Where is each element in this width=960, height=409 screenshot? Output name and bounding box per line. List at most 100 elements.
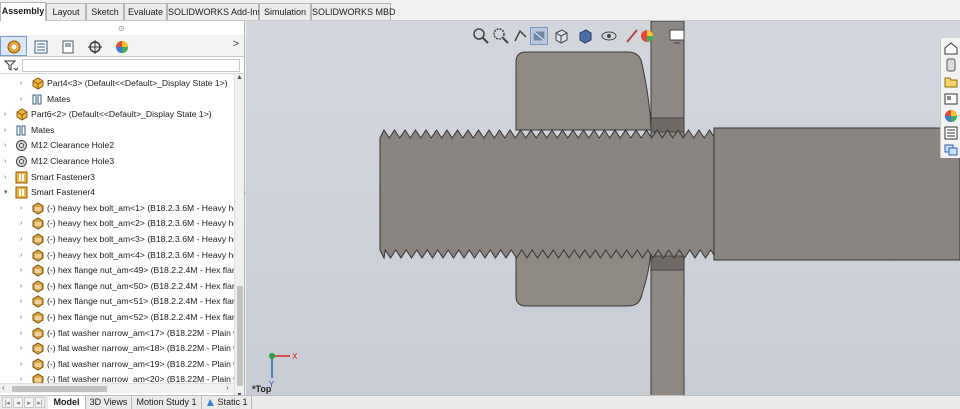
tree-item[interactable]: › (-) heavy hex bolt_am<1> (B18.2.3.6M - … <box>0 201 234 216</box>
zoom-to-fit-icon[interactable] <box>472 27 490 45</box>
section-view-icon[interactable] <box>530 27 548 45</box>
tree-item[interactable]: › (-) flat washer narrow_am<17> (B18.22M … <box>0 326 234 341</box>
appearances-icon[interactable] <box>944 109 958 123</box>
tab-motion-study-1[interactable]: Motion Study 1 <box>132 396 202 409</box>
tab-sketch[interactable]: Sketch <box>86 3 124 20</box>
tree-item[interactable]: › (-) heavy hex bolt_am<4> (B18.2.3.6M - … <box>0 248 234 263</box>
zoom-to-area-icon[interactable] <box>492 27 510 45</box>
expand-arrow-icon[interactable]: › <box>20 204 26 213</box>
tab-3d-views[interactable]: 3D Views <box>86 396 132 409</box>
view-orientation-icon[interactable] <box>552 27 570 45</box>
tab-simulation[interactable]: Simulation <box>259 3 311 20</box>
task-pane-extra-icon[interactable] <box>944 143 958 157</box>
tree-item[interactable]: › (-) flat washer narrow_am<18> (B18.22M … <box>0 341 234 356</box>
tree-item[interactable]: › Mates <box>0 123 234 138</box>
prev-tab-arrow[interactable]: ◂ <box>13 397 23 408</box>
tree-item[interactable]: › (-) flat washer narrow_am<19> (B18.22M … <box>0 357 234 372</box>
scroll-right-arrow[interactable]: › <box>226 383 229 392</box>
tab-evaluate[interactable]: Evaluate <box>124 3 167 20</box>
expand-arrow-icon[interactable]: › <box>20 344 26 353</box>
tab-static-1[interactable]: Static 1 <box>202 396 252 409</box>
tab-model[interactable]: Model <box>48 396 86 409</box>
tree-item[interactable]: › (-) hex flange nut_am<49> (B18.2.2.4M -… <box>0 263 234 278</box>
tree-item[interactable]: › (-) hex flange nut_am<51> (B18.2.2.4M -… <box>0 294 234 309</box>
expand-arrow-icon[interactable]: › <box>20 95 26 104</box>
tree-item[interactable]: › (-) heavy hex bolt_am<2> (B18.2.3.6M - … <box>0 216 234 231</box>
tree-item-label: (-) flat washer narrow_am<17> (B18.22M -… <box>47 327 234 338</box>
bolt-head[interactable] <box>713 127 960 261</box>
last-tab-arrow[interactable]: ▸| <box>35 397 45 408</box>
panel-grip-icon[interactable]: ⊙ <box>118 24 125 33</box>
tree-item[interactable]: › Part6<2> (Default<<Default>_Display Sta… <box>0 107 234 122</box>
expand-arrow-icon[interactable]: › <box>4 141 10 150</box>
expand-arrow-icon[interactable]: › <box>20 79 26 88</box>
filter-icon[interactable] <box>4 60 18 71</box>
toolbox-part-icon <box>31 280 44 293</box>
featuremanager-tab[interactable] <box>0 36 27 56</box>
filter-row <box>0 57 244 74</box>
tree-vertical-scrollbar[interactable]: ▲ ▼ <box>234 74 244 397</box>
design-library-icon[interactable] <box>944 58 958 72</box>
tab-assembly[interactable]: Assembly <box>0 2 46 21</box>
expand-arrow-icon[interactable]: › <box>20 297 26 306</box>
scroll-left-arrow[interactable]: ‹ <box>2 383 5 392</box>
tree-item[interactable]: › Smart Fastener3 <box>0 170 234 185</box>
hide-show-items-icon[interactable] <box>600 27 618 45</box>
tab-layout[interactable]: Layout <box>46 3 86 20</box>
dimxpertmanager-tab[interactable] <box>81 36 108 56</box>
toolbox-part-icon <box>31 327 44 340</box>
assembly-section-view[interactable] <box>246 21 960 397</box>
tree-item[interactable]: › (-) hex flange nut_am<50> (B18.2.2.4M -… <box>0 279 234 294</box>
expand-arrow-icon[interactable]: › <box>20 251 26 260</box>
display-style-icon[interactable] <box>576 27 594 45</box>
collapse-arrow-icon[interactable]: ▾ <box>4 188 10 197</box>
next-tab-arrow[interactable]: ▸ <box>24 397 34 408</box>
tree-item[interactable]: › (-) heavy hex bolt_am<3> (B18.2.3.6M - … <box>0 232 234 247</box>
tree-item[interactable]: ▾ Smart Fastener4 <box>0 185 234 200</box>
expand-arrow-icon[interactable]: › <box>20 313 26 322</box>
coordinate-triad: X Y <box>268 352 298 388</box>
command-manager-tabs: Assembly Layout Sketch Evaluate SOLIDWOR… <box>0 0 960 21</box>
tree-item[interactable]: › M12 Clearance Hole2 <box>0 138 234 153</box>
tree-item[interactable]: › M12 Clearance Hole3 <box>0 154 234 169</box>
tab-solidworks-addins[interactable]: SOLIDWORKS Add-Ins <box>167 3 262 20</box>
expand-arrow-icon[interactable]: › <box>20 329 26 338</box>
previous-view-icon[interactable] <box>512 27 530 45</box>
filter-input[interactable] <box>22 59 240 72</box>
tree-item-label: Mates <box>31 124 55 135</box>
expand-arrow-icon[interactable]: › <box>4 173 10 182</box>
apply-scene-icon[interactable] <box>638 27 656 45</box>
expand-arrow-icon[interactable]: › <box>4 110 10 119</box>
propertymanager-tab[interactable] <box>27 36 54 56</box>
expand-arrow-icon[interactable]: › <box>20 282 26 291</box>
flat-washer-bottom[interactable] <box>650 255 685 271</box>
tab-solidworks-mbd[interactable]: SOLIDWORKS MBD <box>311 3 396 20</box>
hex-flange-nut-top[interactable] <box>515 51 652 131</box>
first-tab-arrow[interactable]: |◂ <box>2 397 12 408</box>
view-settings-icon[interactable] <box>668 27 686 45</box>
configurationmanager-tab[interactable] <box>54 36 81 56</box>
expand-arrow-icon[interactable]: › <box>20 266 26 275</box>
tree-item[interactable]: › Mates <box>0 92 234 107</box>
expand-arrow-icon[interactable]: › <box>4 157 10 166</box>
tree-horizontal-scrollbar[interactable]: ‹ › <box>0 383 234 393</box>
tree-item[interactable]: › Part4<3> (Default<<Default>_Display Sta… <box>0 76 234 91</box>
solidworks-resources-icon[interactable] <box>944 41 958 55</box>
expand-arrow-icon[interactable]: › <box>20 219 26 228</box>
panel-expand-arrow[interactable]: > <box>233 38 239 50</box>
tree-item-label: (-) hex flange nut_am<52> (B18.2.2.4M - … <box>47 312 234 322</box>
heavy-hex-bolt[interactable] <box>379 128 717 260</box>
graphics-area[interactable]: ⊟ ⊡ – ⧉ ✕ X Y *Top <box>246 21 960 397</box>
custom-properties-icon[interactable] <box>944 126 958 140</box>
expand-arrow-icon[interactable]: › <box>4 126 10 135</box>
displaymanager-tab[interactable] <box>108 36 135 56</box>
expand-arrow-icon[interactable]: › <box>20 360 26 369</box>
file-explorer-icon[interactable] <box>944 75 958 89</box>
tree-item[interactable]: › (-) hex flange nut_am<52> (B18.2.2.4M -… <box>0 310 234 325</box>
view-palette-icon[interactable] <box>944 92 958 106</box>
expand-arrow-icon[interactable]: › <box>20 235 26 244</box>
scroll-thumb[interactable] <box>237 286 243 386</box>
hscroll-thumb[interactable] <box>12 386 107 392</box>
dimxpertmanager-icon <box>88 40 102 54</box>
scroll-up-arrow[interactable]: ▲ <box>236 74 243 81</box>
